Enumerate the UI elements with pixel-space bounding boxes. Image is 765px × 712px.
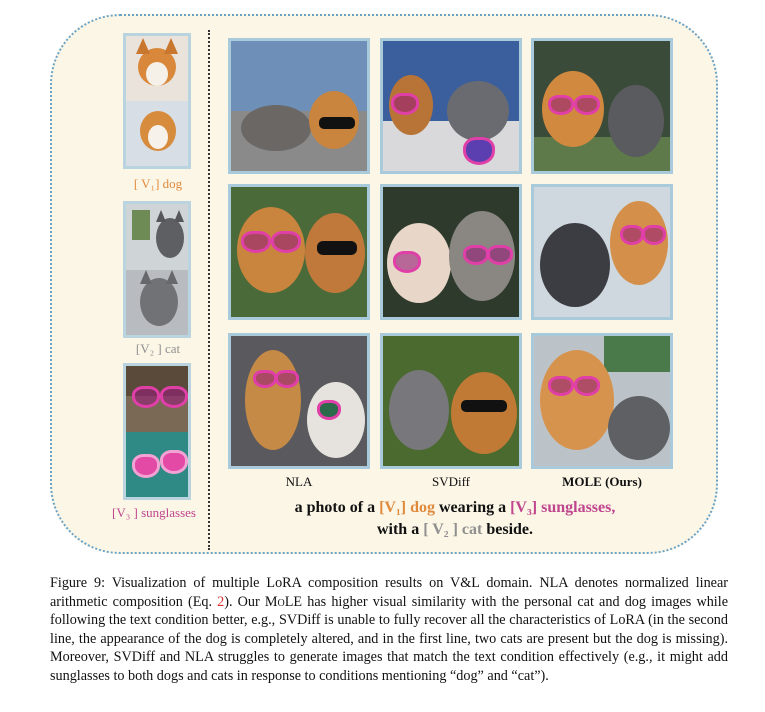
dog-reference-label: [ V₁] dog — [133, 176, 183, 191]
column-label-svdiff: SVDiff — [431, 474, 471, 489]
prompt-text: wearing a — [434, 499, 511, 516]
svdiff-result-row2 — [380, 184, 522, 320]
nla-result-row2 — [228, 184, 370, 320]
column-label-mole: MOLE (Ours) — [562, 474, 642, 489]
method-name-smallcaps: o — [277, 593, 285, 610]
prompt-v2-token: [ V₂ ] cat — [423, 521, 483, 538]
caption-text: ). Our M — [224, 593, 278, 610]
sunglasses-reference-label: [V₃ ] sunglasses — [112, 505, 196, 520]
cat-reference-label: [V₂ ] cat — [135, 341, 181, 356]
dog-reference-image — [123, 33, 191, 169]
mole-result-row2 — [531, 184, 673, 320]
nla-result-row1 — [228, 38, 370, 174]
mole-result-row1 — [531, 38, 673, 174]
mole-result-row3 — [531, 333, 673, 469]
cat-reference-image — [123, 201, 191, 338]
sunglasses-reference-image — [123, 363, 191, 500]
text-prompt: a photo of a [V₁] dog wearing a [V₃] sun… — [215, 497, 695, 541]
svdiff-result-row3 — [380, 333, 522, 469]
panel-divider — [208, 30, 210, 550]
prompt-v3-token: [V₃] sunglasses, — [510, 499, 616, 516]
prompt-text: a photo of a — [294, 499, 380, 516]
nla-result-row3 — [228, 333, 370, 469]
prompt-text: with a — [376, 521, 424, 538]
method-name-suffix: LE — [284, 593, 303, 610]
prompt-v1-token: [V₁] dog — [379, 499, 435, 516]
column-label-nla: NLA — [285, 474, 313, 489]
prompt-text: beside. — [482, 521, 534, 538]
figure-caption: Figure 9: Visualization of multiple LoRA… — [50, 574, 728, 686]
svdiff-result-row1 — [380, 38, 522, 174]
